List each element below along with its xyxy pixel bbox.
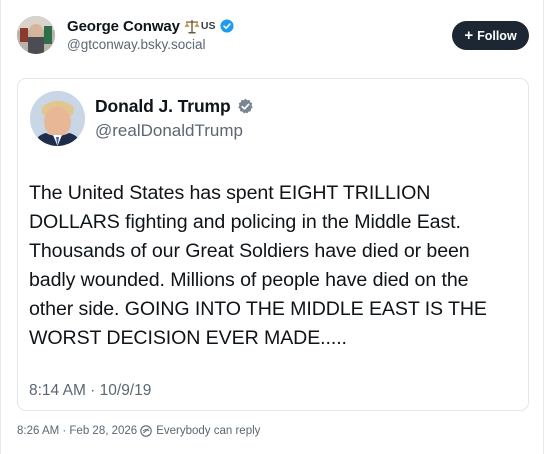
text-line: The United States has spent EIGHT TRILLI… [29,182,431,204]
verified-badge-icon [219,19,234,33]
post-timestamp[interactable]: 8:26 AM · Feb 28, 2026 [17,425,137,437]
author-avatar[interactable] [17,16,55,54]
follow-button[interactable]: + Follow [452,21,529,50]
post-container: George Conway US @gtconway.bsky.social +… [0,0,544,454]
text-line: DOLLARS fighting and policing in the Mid… [29,211,461,233]
flair-label: US [200,20,216,32]
post-header: George Conway US @gtconway.bsky.social +… [17,14,529,58]
author-handle[interactable]: @gtconway.bsky.social [67,37,206,52]
text-line: Thousands of our Great Soldiers have die… [29,240,470,262]
reply-setting-label[interactable]: Everybody can reply [156,425,260,437]
text-line: badly wounded. Millions of people have d… [29,269,469,291]
verified-badge-icon [237,98,253,114]
author-flair: US [184,19,216,34]
text-line: WORST DECISION EVER MADE..... [29,327,347,349]
embedded-timestamp: 8:14 AM · 10/9/19 [29,382,152,399]
follow-label: Follow [477,28,517,43]
text-line: other side. GOING INTO THE MIDDLE EAST I… [29,298,487,320]
embedded-author-handle: @realDonaldTrump [95,121,243,140]
post-footer: 8:26 AM · Feb 28, 2026 Everybody can rep… [17,425,260,437]
embedded-name-row: Donald J. Trump [95,95,254,117]
embedded-post-image[interactable]: Donald J. Trump @realDonaldTrump The Uni… [17,78,529,411]
author-name[interactable]: George Conway [67,18,180,35]
reply-setting-icon [140,425,152,437]
embedded-post-text: The United States has spent EIGHT TRILLI… [29,179,524,353]
plus-icon: + [464,26,474,44]
scales-of-justice-icon [184,19,200,33]
embedded-author-avatar [30,91,85,146]
embedded-author-name: Donald J. Trump [95,95,231,116]
author-name-row: George Conway US [67,16,234,36]
